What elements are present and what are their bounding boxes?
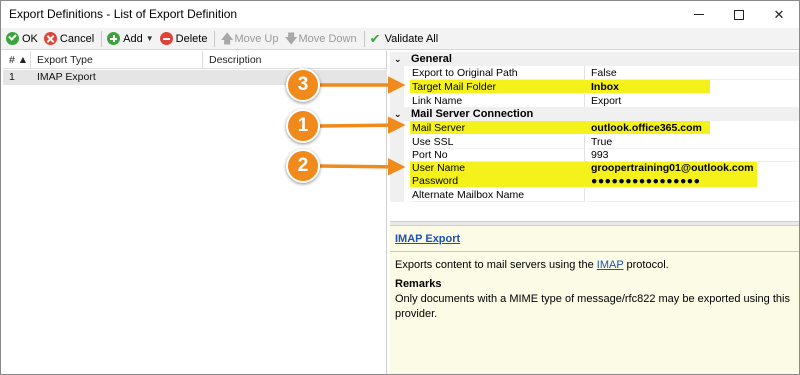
export-definitions-window: Export Definitions - List of Export Defi… [0,0,800,375]
list-header: # ▲ Export Type Description [3,51,387,69]
column-header-number[interactable]: # ▲ [3,51,31,69]
toolbar-separator [363,30,365,47]
arrow-down-icon: 🡇 [284,31,298,46]
plus-circle-icon [107,32,121,45]
dropdown-caret-icon[interactable]: ▼ [146,34,154,43]
callout-badge-3: 3 [286,68,320,102]
collapse-chevron-icon[interactable]: ⌄ [394,52,402,66]
property-name: Export to Original Path [410,66,585,80]
property-name: Alternate Mailbox Name [410,188,585,202]
toolbar-separator [214,30,216,47]
property-name: Use SSL [410,135,585,149]
property-row[interactable]: Export to Original Path False [390,66,799,80]
title-bar: Export Definitions - List of Export Defi… [1,1,799,28]
category-mail-server-connection[interactable]: ⌄ Mail Server Connection [390,107,799,121]
property-value[interactable]: True [588,135,799,149]
collapse-chevron-icon[interactable]: ⌄ [394,107,402,121]
move-up-button[interactable]: 🡅 Move Up [218,29,282,49]
cancel-button[interactable]: Cancel [42,29,98,49]
arrow-up-icon: 🡅 [220,31,234,46]
ok-button[interactable]: OK [4,29,42,49]
export-definition-list[interactable]: # ▲ Export Type Description 1 IMAP Expor… [3,51,387,374]
row-description [203,70,209,85]
property-value[interactable] [588,188,799,202]
window-title: Export Definitions - List of Export Defi… [9,7,238,21]
close-icon[interactable]: ✕ [761,1,797,28]
property-row[interactable]: Alternate Mailbox Name [390,188,799,202]
property-name: Password [412,175,459,187]
property-value[interactable]: Inbox [588,80,799,94]
callout-badge-1: 1 [286,109,320,143]
property-row[interactable]: Link Name Export [390,94,799,108]
list-row[interactable]: 1 IMAP Export [3,70,387,85]
property-row[interactable]: Mail Server outlook.office365.com [390,121,799,135]
minimize-icon[interactable] [681,1,717,28]
validate-all-label: Validate All [384,32,439,45]
row-number: 1 [9,71,15,83]
move-down-button[interactable]: 🡇 Move Down [282,29,360,49]
row-export-type: IMAP Export [37,71,96,83]
toolbar-separator [101,30,103,47]
column-header-export-type[interactable]: Export Type [31,51,203,69]
property-row[interactable]: Use SSL True [390,135,799,149]
add-button[interactable]: Add ▼ [105,29,158,49]
property-name: User Name [412,162,466,174]
checkmark-icon: ✔ [369,30,381,46]
category-label: General [411,53,452,65]
toolbar: OK Cancel Add ▼ Delete 🡅 Move Up 🡇 Move … [1,28,799,50]
help-remarks-heading: Remarks [395,278,442,290]
imap-link[interactable]: IMAP [597,259,624,271]
property-row[interactable]: Password ●●●●●●●●●●●●●●●● [390,174,799,188]
property-value[interactable]: ●●●●●●●●●●●●●●●● [588,174,799,188]
property-row[interactable]: User Name groopertraining01@outlook.com [390,161,799,175]
validate-all-button[interactable]: ✔ Validate All [368,29,443,49]
ok-label: OK [22,32,38,45]
callout-badge-2: 2 [286,149,320,183]
help-remarks-text: Only documents with a MIME type of messa… [395,293,790,320]
help-divider [390,251,799,252]
move-down-label: Move Down [298,32,357,45]
maximize-icon[interactable] [721,1,757,28]
minus-circle-icon [159,32,173,45]
property-grid: ⌄ General Export to Original Path False … [390,51,799,221]
property-value[interactable]: 993 [588,148,799,162]
check-circle-icon [6,32,19,45]
category-general[interactable]: ⌄ General [390,52,799,66]
property-value[interactable]: groopertraining01@outlook.com [588,161,799,175]
add-label: Add [123,32,143,45]
cancel-circle-icon [43,32,57,45]
property-row[interactable]: Target Mail Folder Inbox [390,80,799,94]
delete-button[interactable]: Delete [158,29,212,49]
property-name: Port No [410,148,585,162]
property-value[interactable]: False [588,66,799,80]
property-row[interactable]: Port No 993 [390,148,799,162]
property-value[interactable]: Export [588,94,799,108]
cancel-label: Cancel [59,32,95,45]
help-pane: IMAP Export Exports content to mail serv… [390,226,799,374]
property-value[interactable]: outlook.office365.com [588,121,799,135]
property-name: Target Mail Folder [412,81,497,93]
column-header-description[interactable]: Description [203,51,387,69]
help-title-link[interactable]: IMAP Export [395,232,794,247]
property-name: Link Name [410,94,585,108]
property-name: Mail Server [412,122,466,134]
category-label: Mail Server Connection [411,108,534,120]
delete-label: Delete [175,32,208,45]
move-up-label: Move Up [234,32,279,45]
help-description: Exports content to mail servers using th… [395,259,669,271]
